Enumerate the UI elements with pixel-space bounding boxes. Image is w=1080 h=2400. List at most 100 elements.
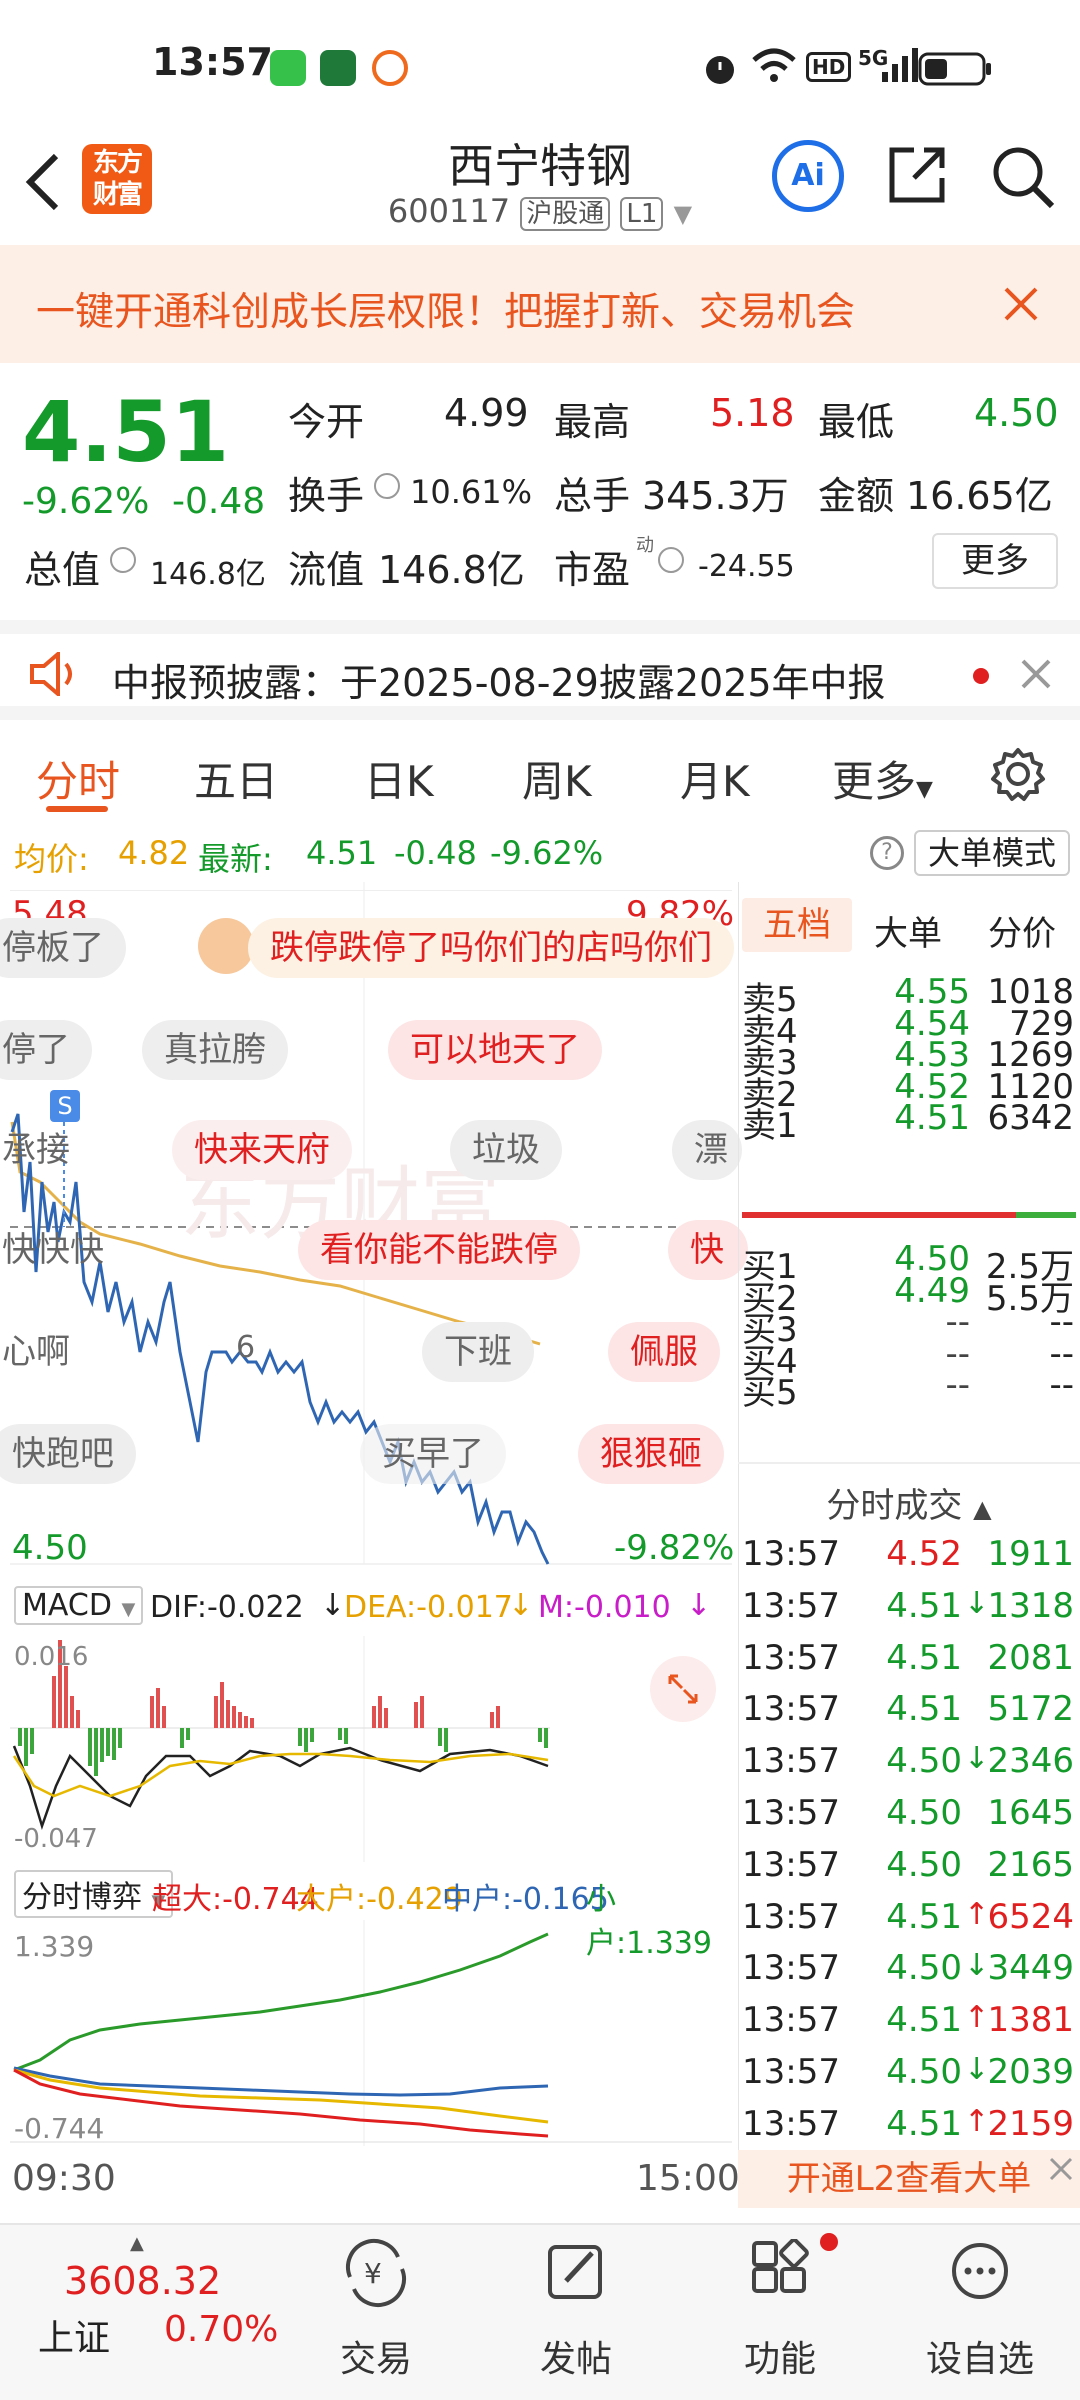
- danmu-comment[interactable]: 快: [668, 1220, 748, 1280]
- danmu-comment[interactable]: 可以地天了: [388, 1020, 602, 1080]
- tick-direction-icon: ↑: [964, 2103, 990, 2139]
- row-price: 4.51: [894, 1098, 970, 1138]
- danmu-comment[interactable]: 快快快: [0, 1220, 126, 1280]
- notification-dot: [820, 2233, 838, 2251]
- open-value: 4.99: [444, 391, 529, 435]
- danmu-comment[interactable]: 停了: [0, 1020, 92, 1080]
- danmu-comment[interactable]: 下班: [422, 1322, 534, 1382]
- ai-button[interactable]: Ai: [772, 140, 844, 212]
- close-icon[interactable]: [1002, 285, 1040, 323]
- more-button[interactable]: 更多: [932, 533, 1058, 589]
- bid-row: 买5 -- --: [738, 1365, 1080, 1413]
- down-arrow-icon: ↓: [686, 1588, 712, 1623]
- banner-text: 一键开通科创成长层权限！把握打新、交易机会: [36, 290, 856, 335]
- macd-selector[interactable]: MACD ▼: [14, 1586, 144, 1625]
- unread-dot: [973, 668, 989, 684]
- index-name[interactable]: 上证: [38, 2309, 110, 2361]
- tab-price-distribution[interactable]: 分价: [988, 906, 1056, 955]
- info-icon[interactable]: [110, 547, 136, 573]
- tab-monthly-k[interactable]: 月K: [680, 748, 750, 809]
- nav-add-watchlist[interactable]: 设自选: [900, 2330, 1060, 2382]
- index-value[interactable]: 3608.32: [64, 2259, 221, 2303]
- share-icon[interactable]: [884, 142, 950, 208]
- ticks-title[interactable]: 分时成交 ▲: [738, 1478, 1080, 1527]
- danmu-comment[interactable]: 垃圾: [450, 1120, 562, 1180]
- chart-tabs: 分时 五日 日K 周K 月K 更多▼: [0, 722, 1080, 822]
- row-label: 买5: [742, 1373, 798, 1413]
- tick-time: 13:57: [742, 1948, 840, 1989]
- info-icon[interactable]: [658, 547, 684, 573]
- l2-upgrade-banner[interactable]: 开通L2查看大单: [738, 2150, 1080, 2208]
- nav-functions[interactable]: 功能: [700, 2330, 860, 2382]
- flow-chart[interactable]: 1.339 -0.744: [0, 1920, 735, 2146]
- danmu-comment[interactable]: 真拉胯: [142, 1020, 288, 1080]
- amount-value: 16.65亿: [906, 474, 1053, 518]
- alarm-icon: [706, 56, 734, 84]
- index-pct[interactable]: 0.70%: [164, 2309, 278, 2350]
- danmu-comment[interactable]: 快跑吧: [0, 1424, 136, 1484]
- tick-price: 4.51: [886, 1689, 962, 1730]
- tab-daily-k[interactable]: 日K: [364, 748, 434, 809]
- tick-price: 4.51: [886, 1637, 962, 1678]
- promo-banner[interactable]: 一键开通科创成长层权限！把握打新、交易机会: [0, 245, 1080, 363]
- notice-bar[interactable]: 中报预披露：于2025-08-29披露2025年中报: [0, 620, 1080, 720]
- tab-weekly-k[interactable]: 周K: [522, 748, 592, 809]
- last-value: 4.51: [306, 834, 378, 872]
- close-icon[interactable]: [1046, 2154, 1076, 2184]
- close-icon[interactable]: [1020, 658, 1052, 690]
- y-min-pct-label: -9.82%: [614, 1528, 735, 1568]
- hd-icon: HD: [806, 52, 852, 82]
- flow-top: 1.339: [14, 1930, 95, 1963]
- danmu-comment[interactable]: 承接: [0, 1120, 92, 1180]
- info-icon[interactable]: [374, 473, 400, 499]
- tick-volume: 1911: [987, 1534, 1074, 1574]
- macd-dea: DEA:-0.017: [344, 1590, 513, 1625]
- mid-trader-line: [13, 2066, 549, 2097]
- danmu-comment[interactable]: 漂: [672, 1120, 742, 1180]
- trade-icon[interactable]: ¥: [340, 2237, 412, 2309]
- functions-icon[interactable]: [746, 2239, 812, 2305]
- macd-chart[interactable]: 0.016 -0.047: [0, 1636, 735, 1862]
- chevron-down-icon: ▼: [121, 1599, 136, 1620]
- danmu-comment[interactable]: 看你能不能跌停: [298, 1220, 580, 1280]
- danmu-comment[interactable]: 狠狠砸: [578, 1424, 724, 1484]
- open-label: 今开: [288, 400, 365, 444]
- s-marker[interactable]: S: [50, 1090, 80, 1122]
- watchlist-icon[interactable]: [948, 2239, 1012, 2303]
- post-icon[interactable]: [544, 2239, 608, 2303]
- danmu-comment[interactable]: 佩服: [608, 1322, 720, 1382]
- tab-5day[interactable]: 五日: [194, 748, 278, 809]
- bid-ask-ratio-bar: [742, 1212, 1076, 1218]
- tick-price: 4.52: [886, 1534, 962, 1574]
- danmu-comment[interactable]: 停板了: [0, 918, 126, 978]
- tick-time: 13:57: [742, 1741, 840, 1782]
- tick-volume: 2346: [987, 1741, 1074, 1782]
- last-price: 4.51: [22, 383, 230, 481]
- danmu-comment[interactable]: 快来天府: [172, 1120, 352, 1180]
- last-pct: -9.62%: [490, 834, 604, 872]
- help-icon[interactable]: ?: [870, 836, 904, 870]
- tab-intraday[interactable]: 分时: [36, 748, 120, 809]
- tick-row: 13:57 4.50 ↓ 3449: [738, 1948, 1080, 1996]
- intraday-chart[interactable]: 东方财富 5.48 9.82% 4.50 -9.82% S 停板了 跌停跌停了吗…: [0, 882, 748, 1642]
- expand-button[interactable]: [650, 1656, 716, 1722]
- danmu-comment[interactable]: 心啊: [0, 1322, 92, 1382]
- nav-trade[interactable]: 交易: [296, 2330, 456, 2382]
- tick-direction-icon: ↑: [964, 2000, 990, 2036]
- dropdown-icon: ▼: [673, 200, 693, 228]
- danmu-comment[interactable]: 买早了: [360, 1424, 506, 1484]
- macd-dif: DIF:-0.022: [150, 1590, 304, 1625]
- tab-five-levels[interactable]: 五档: [742, 898, 852, 952]
- big-order-mode-button[interactable]: 大单模式: [914, 830, 1070, 876]
- tick-price: 4.51: [886, 1896, 962, 1937]
- flow-selector[interactable]: 分时博弈 ▼: [14, 1870, 174, 1918]
- danmu-comment[interactable]: 跌停跌停了吗你们的店吗你们: [248, 918, 734, 978]
- turnover-value: 10.61%: [410, 473, 533, 511]
- search-icon[interactable]: [990, 144, 1056, 210]
- tick-row: 13:57 4.51 5172: [738, 1689, 1080, 1737]
- tab-more[interactable]: 更多▼: [832, 748, 933, 809]
- tab-big-orders[interactable]: 大单: [874, 906, 942, 955]
- caret-up-icon: ▲: [130, 2233, 144, 2254]
- settings-gear-icon[interactable]: [990, 746, 1046, 802]
- nav-post[interactable]: 发帖: [496, 2330, 656, 2382]
